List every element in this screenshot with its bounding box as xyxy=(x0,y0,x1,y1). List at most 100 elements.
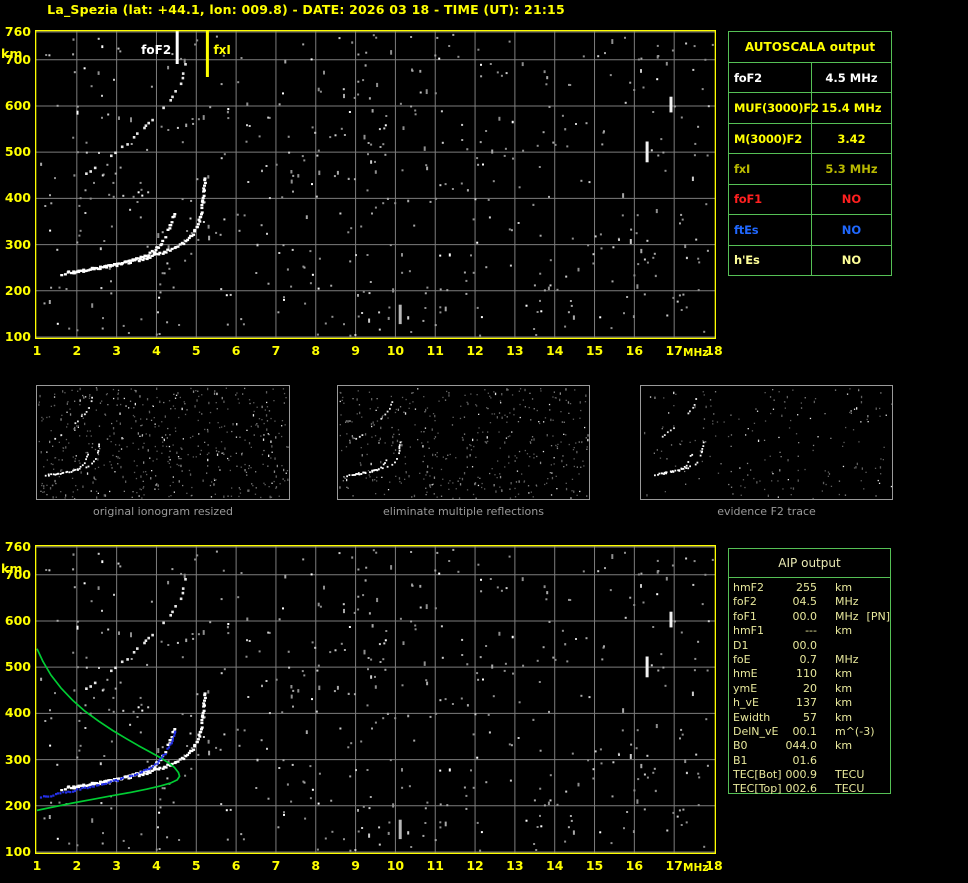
o-trace xyxy=(60,274,64,277)
noise-dot xyxy=(787,479,789,481)
noise-dot xyxy=(544,483,546,486)
noise-dot xyxy=(662,666,665,669)
noise-dot xyxy=(149,457,151,459)
noise-dot xyxy=(74,458,77,460)
noise-dot xyxy=(401,684,404,687)
noise-dot xyxy=(54,177,56,180)
noise-dot xyxy=(347,177,350,181)
aip-unit: MHz xyxy=(835,652,859,666)
noise-dot xyxy=(181,656,184,659)
aip-value: 000.9 xyxy=(785,768,818,782)
noise-dot xyxy=(707,620,710,623)
noise-dot xyxy=(58,441,60,443)
noise-dot xyxy=(46,484,48,486)
x-trace xyxy=(373,469,375,472)
noise-dot xyxy=(539,461,542,465)
noise-dot xyxy=(102,317,104,320)
noise-dot xyxy=(284,424,286,426)
noise-dot xyxy=(423,146,426,151)
noise-dot xyxy=(92,481,94,484)
noise-dot xyxy=(732,493,734,495)
noise-dot xyxy=(579,401,581,404)
x-trace xyxy=(93,460,95,463)
noise-dot xyxy=(382,202,385,205)
noise-dot xyxy=(464,394,466,396)
noise-dot xyxy=(879,466,882,469)
second-hop-echo xyxy=(171,610,174,614)
noise-dot xyxy=(161,231,164,234)
noise-dot xyxy=(553,463,555,465)
noise-dot xyxy=(323,70,325,75)
o-trace xyxy=(685,464,688,467)
noise-dot xyxy=(747,474,749,476)
noise-dot xyxy=(680,728,683,731)
noise-dot xyxy=(231,487,233,489)
y-tick-label: 600 xyxy=(4,612,31,628)
noise-dot xyxy=(660,138,663,141)
noise-dot xyxy=(547,478,549,480)
noise-dot xyxy=(351,556,354,559)
noise-dot xyxy=(110,807,113,810)
noise-dot xyxy=(853,467,856,469)
noise-dot xyxy=(99,247,102,251)
noise-dot xyxy=(642,601,645,604)
x-tick-label: 7 xyxy=(271,343,281,358)
noise-dot xyxy=(265,414,268,417)
noise-dot xyxy=(428,447,430,449)
o-trace xyxy=(173,213,177,216)
noise-dot xyxy=(95,387,98,389)
fitted-trace xyxy=(121,776,124,780)
noise-dot xyxy=(207,465,209,467)
noise-dot xyxy=(97,71,100,75)
noise-dot xyxy=(141,424,143,426)
noise-dot xyxy=(830,485,833,487)
noise-dot xyxy=(753,477,755,480)
noise-dot xyxy=(357,568,360,571)
x-trace xyxy=(145,257,149,261)
noise-dot xyxy=(366,453,368,456)
noise-dot xyxy=(370,143,373,146)
noise-dot xyxy=(555,397,557,399)
noise-dot xyxy=(268,486,270,488)
noise-dot xyxy=(438,57,441,60)
noise-dot xyxy=(867,421,869,423)
noise-dot xyxy=(107,438,109,440)
noise-dot xyxy=(414,408,417,410)
aip-row-hve: h_vE 137 km xyxy=(733,696,890,710)
noise-dot xyxy=(226,431,228,433)
plot-content xyxy=(36,546,715,853)
noise-dot xyxy=(780,456,782,458)
x-trace xyxy=(197,733,201,736)
noise-dot xyxy=(136,492,138,494)
o-trace xyxy=(87,453,89,456)
noise-dot xyxy=(270,417,272,420)
noise-dot xyxy=(704,58,707,61)
noise-dot xyxy=(85,151,88,154)
noise-dot xyxy=(38,403,40,406)
noise-dot xyxy=(119,422,121,425)
noise-dot xyxy=(244,439,246,441)
noise-dot xyxy=(265,680,268,682)
noise-dot xyxy=(440,468,443,471)
noise-dot xyxy=(516,457,518,459)
second-hop-echo xyxy=(114,151,117,155)
noise-dot xyxy=(680,824,683,826)
noise-dot xyxy=(455,457,457,459)
noise-dot xyxy=(860,480,862,482)
noise-dot xyxy=(38,440,40,443)
noise-dot xyxy=(49,709,51,712)
second-hop-echo xyxy=(169,614,172,617)
noise-dot xyxy=(440,484,442,487)
noise-dot xyxy=(498,631,501,636)
autoscala-row-ftes: ftEs NO xyxy=(729,215,891,246)
noise-dot xyxy=(479,656,482,659)
noise-dot xyxy=(599,316,602,319)
o-trace xyxy=(691,453,694,456)
noise-dot xyxy=(52,445,54,447)
noise-dot xyxy=(270,440,272,443)
noise-dot xyxy=(797,414,799,416)
noise-dot xyxy=(694,142,697,145)
noise-dot xyxy=(121,437,123,440)
noise-dot xyxy=(379,146,382,148)
noise-dot xyxy=(91,443,94,445)
